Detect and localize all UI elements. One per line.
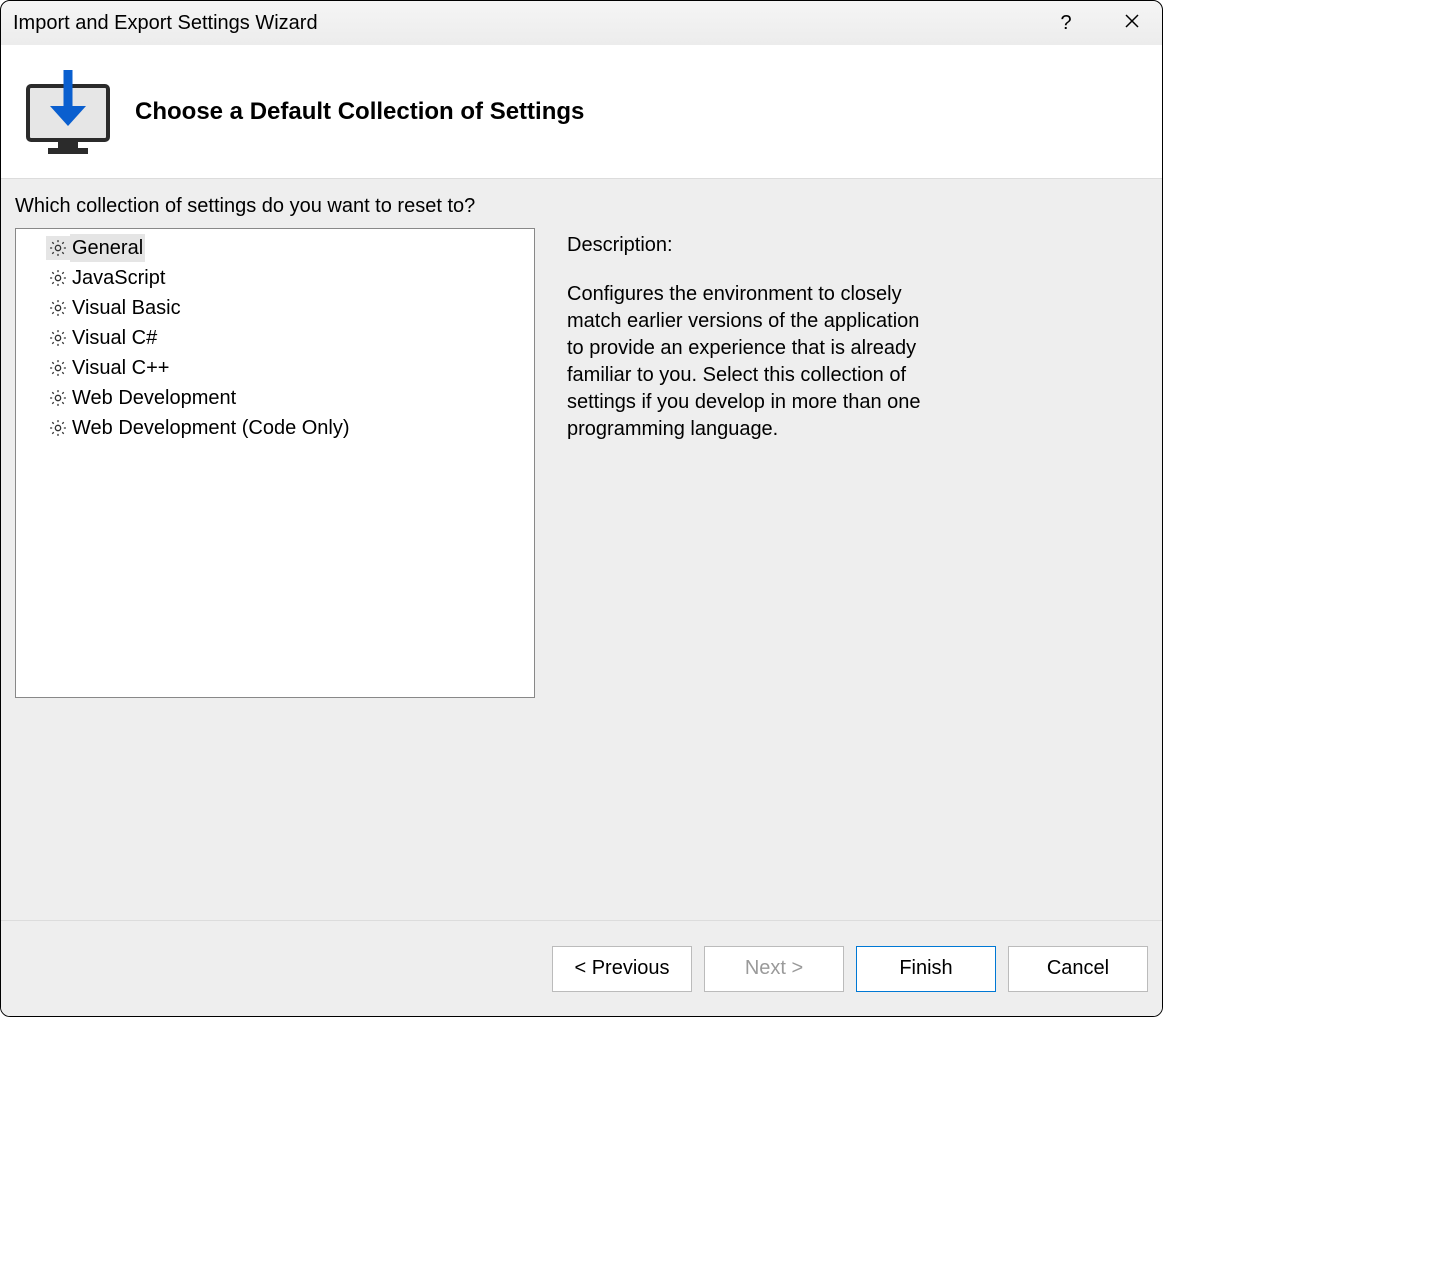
- columns: GeneralJavaScriptVisual BasicVisual C#Vi…: [15, 228, 1148, 920]
- list-item[interactable]: Visual C++: [16, 353, 534, 383]
- list-item[interactable]: Visual C#: [16, 323, 534, 353]
- page-heading: Choose a Default Collection of Settings: [135, 98, 584, 126]
- gear-icon: [46, 356, 70, 380]
- titlebar: Import and Export Settings Wizard ?: [1, 1, 1162, 45]
- import-monitor-icon: [13, 64, 123, 160]
- close-button[interactable]: [1114, 12, 1150, 35]
- gear-icon: [46, 266, 70, 290]
- list-item[interactable]: Web Development (Code Only): [16, 413, 534, 443]
- footer: < Previous Next > Finish Cancel: [1, 920, 1162, 1016]
- list-item-label: General: [70, 234, 145, 262]
- window-title: Import and Export Settings Wizard: [13, 12, 1048, 35]
- close-icon: [1124, 13, 1140, 29]
- description-text: Configures the environment to closely ma…: [567, 281, 927, 443]
- gear-icon: [46, 296, 70, 320]
- next-button[interactable]: Next >: [704, 946, 844, 992]
- wizard-window: Import and Export Settings Wizard ? Choo…: [0, 0, 1163, 1017]
- description-panel: Description: Configures the environment …: [567, 228, 1148, 920]
- description-label: Description:: [567, 234, 1148, 257]
- gear-icon: [46, 416, 70, 440]
- collections-listbox[interactable]: GeneralJavaScriptVisual BasicVisual C#Vi…: [15, 228, 535, 698]
- list-item-label: Web Development (Code Only): [70, 414, 352, 442]
- list-item-label: Visual Basic: [70, 294, 183, 322]
- list-item-label: Web Development: [70, 384, 238, 412]
- header-band: Choose a Default Collection of Settings: [1, 45, 1162, 179]
- cancel-button[interactable]: Cancel: [1008, 946, 1148, 992]
- list-item[interactable]: General: [16, 233, 534, 263]
- gear-icon: [46, 326, 70, 350]
- gear-icon: [46, 386, 70, 410]
- finish-button[interactable]: Finish: [856, 946, 996, 992]
- list-item-label: Visual C++: [70, 354, 171, 382]
- list-item[interactable]: Web Development: [16, 383, 534, 413]
- previous-button[interactable]: < Previous: [552, 946, 692, 992]
- gear-icon: [46, 236, 70, 260]
- help-button[interactable]: ?: [1048, 12, 1084, 35]
- prompt-label: Which collection of settings do you want…: [15, 195, 1148, 218]
- list-item-label: JavaScript: [70, 264, 167, 292]
- list-item[interactable]: Visual Basic: [16, 293, 534, 323]
- list-item-label: Visual C#: [70, 324, 159, 352]
- list-item[interactable]: JavaScript: [16, 263, 534, 293]
- content-area: Which collection of settings do you want…: [1, 179, 1162, 920]
